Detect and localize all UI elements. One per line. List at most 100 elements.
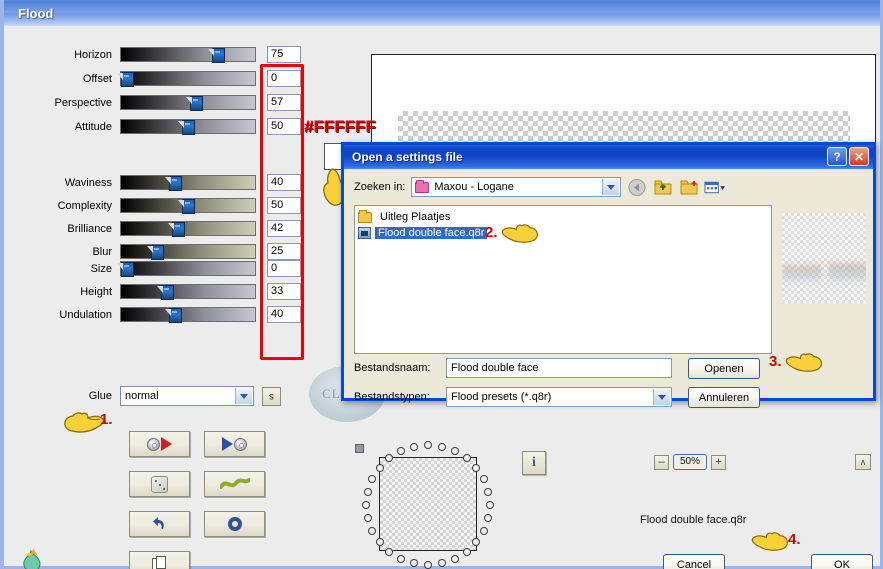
rotation-ring-dot[interactable] [424, 561, 432, 569]
list-item[interactable]: Flood double face.q8r [358, 225, 771, 241]
slider-thumb-undulation[interactable] [165, 308, 182, 323]
slider-thumb-perspective[interactable] [186, 96, 203, 111]
rotation-ring-dot[interactable] [484, 514, 493, 523]
help-button[interactable]: ? [827, 147, 847, 166]
rotation-ring-dot[interactable] [462, 454, 471, 463]
blue-ring-icon [227, 517, 242, 531]
slider-track-size[interactable] [117, 261, 256, 277]
file-list[interactable]: Uitleg Plaatjes Flood double face.q8r [354, 205, 772, 354]
slider-value-horizon[interactable]: 75 [267, 46, 301, 63]
rotation-ring-dot[interactable] [450, 555, 459, 564]
slider-track-offset[interactable] [117, 71, 256, 87]
copy-button[interactable] [129, 551, 190, 569]
slider-value-attitude[interactable]: 50 [267, 118, 301, 135]
collapse-panel-button[interactable]: ʌ [855, 454, 871, 470]
slider-track-brilliance[interactable] [120, 221, 256, 237]
rotation-ring-dot[interactable] [363, 514, 372, 523]
slider-track-horizon[interactable] [120, 47, 256, 63]
undo-button[interactable] [129, 511, 190, 537]
filename-value: Flood double face [451, 362, 539, 374]
back-icon[interactable] [626, 178, 647, 197]
rotation-ring-dot[interactable] [472, 463, 481, 472]
rotation-ring-dot[interactable] [462, 547, 471, 556]
look-in-select[interactable]: Maxou - Logane [411, 177, 622, 197]
chevron-down-icon[interactable] [602, 179, 620, 195]
rotation-ring-dot[interactable] [385, 547, 394, 556]
new-folder-icon[interactable] [678, 178, 699, 197]
rotation-ring-dot[interactable] [375, 538, 384, 547]
slider-track-height[interactable] [120, 284, 256, 300]
slider-track-undulation[interactable] [120, 307, 256, 323]
slider-thumb-waviness[interactable] [165, 176, 182, 191]
rotation-ring-dot[interactable] [410, 442, 419, 451]
rotation-ring-dot[interactable] [363, 487, 372, 496]
slider-thumb-horizon[interactable] [208, 48, 225, 63]
load-settings-button[interactable] [129, 431, 190, 457]
list-item[interactable]: Uitleg Plaatjes [358, 209, 771, 225]
slider-track-complexity[interactable] [120, 198, 256, 214]
rotation-ring-dot[interactable] [368, 474, 377, 483]
rotation-ring-dot[interactable] [484, 487, 493, 496]
rotation-ring-dot[interactable] [479, 474, 488, 483]
slider-thumb-brilliance[interactable] [168, 222, 185, 237]
slider-value-complexity[interactable]: 50 [267, 197, 301, 214]
rotation-ring-dot[interactable] [368, 527, 377, 536]
zoom-in-button[interactable]: + [711, 454, 726, 470]
chevron-down-icon[interactable] [653, 389, 670, 405]
open-button-label: Openen [704, 362, 744, 375]
slider-value-undulation[interactable]: 40 [267, 306, 301, 323]
slider-label-undulation: Undulation [59, 308, 112, 321]
slider-thumb-size[interactable] [117, 262, 134, 277]
ok-button[interactable]: OK [811, 554, 873, 569]
rotation-ring-dot[interactable] [479, 527, 488, 536]
rotation-ring-dot[interactable] [437, 442, 446, 451]
wave-button[interactable] [204, 471, 265, 497]
dialog-cancel-button[interactable]: Annuleren [688, 387, 760, 408]
cancel-button-label: Cancel [676, 559, 712, 569]
filename-input[interactable]: Flood double face [446, 358, 672, 378]
help-icon: ? [833, 149, 841, 164]
open-button[interactable]: Openen [688, 358, 760, 379]
up-one-level-icon[interactable] [652, 178, 673, 197]
chevron-down-icon[interactable] [235, 388, 252, 404]
slider-thumb-complexity[interactable] [178, 199, 195, 214]
info-button[interactable]: i [522, 451, 546, 475]
close-button[interactable]: ✕ [849, 147, 869, 166]
slider-thumb-offset[interactable] [117, 72, 134, 87]
thumbnail-rotation-panel[interactable] [345, 441, 515, 569]
glue-script-button[interactable]: s [262, 386, 281, 406]
zoom-out-button[interactable]: – [654, 454, 669, 470]
slider-thumb-height[interactable] [157, 285, 174, 300]
slider-value-waviness[interactable]: 40 [267, 174, 301, 191]
rotation-ring-dot[interactable] [397, 555, 406, 564]
rotation-ring-dot[interactable] [362, 501, 370, 509]
slider-value-brilliance[interactable]: 42 [267, 220, 301, 237]
slider-track-blur[interactable] [120, 244, 256, 260]
randomize-button[interactable] [129, 471, 190, 497]
filetype-select[interactable]: Flood presets (*.q8r) [446, 387, 672, 407]
rotation-handle[interactable] [355, 444, 364, 453]
rotation-ring-dot[interactable] [437, 559, 446, 568]
rotation-ring-dot[interactable] [472, 538, 481, 547]
zoom-level-value[interactable]: 50% [673, 454, 707, 470]
glue-select[interactable]: normal [120, 386, 254, 406]
filetype-label: Bestandstypen: [354, 391, 430, 403]
slider-value-height[interactable]: 33 [267, 283, 301, 300]
slider-track-perspective[interactable] [120, 95, 256, 111]
rotation-ring-dot[interactable] [424, 441, 432, 449]
rotation-ring-dot[interactable] [397, 446, 406, 455]
rotation-ring-dot[interactable] [486, 501, 494, 509]
slider-thumb-attitude[interactable] [178, 120, 195, 135]
slider-track-attitude[interactable] [120, 119, 256, 135]
rotation-ring-dot[interactable] [410, 559, 419, 568]
rotation-ring-dot[interactable] [375, 463, 384, 472]
cancel-button[interactable]: Cancel [663, 554, 725, 569]
slider-value-offset[interactable]: 0 [267, 70, 301, 87]
views-icon[interactable] [704, 178, 726, 197]
save-settings-button[interactable] [204, 431, 265, 457]
rotation-ring-dot[interactable] [450, 446, 459, 455]
slider-value-size[interactable]: 0 [267, 260, 301, 277]
slider-value-perspective[interactable]: 57 [267, 94, 301, 111]
slider-track-waviness[interactable] [120, 175, 256, 191]
reset-button[interactable] [204, 511, 265, 537]
